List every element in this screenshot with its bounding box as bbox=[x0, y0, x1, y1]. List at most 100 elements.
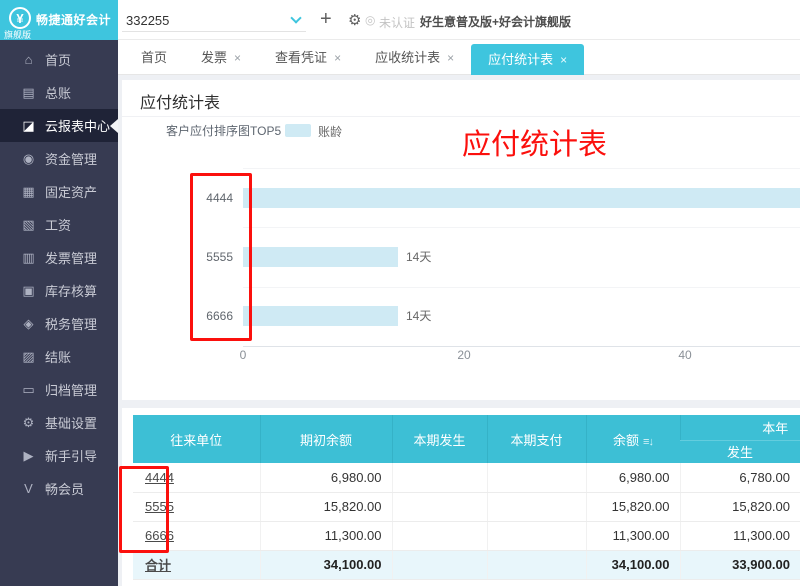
payable-stats-table: 往来单位 期初余额 本期发生 本期支付 余额≡↓ 本年 发生 44446,980… bbox=[133, 415, 800, 580]
payable-stats-table-panel: 往来单位 期初余额 本期发生 本期支付 余额≡↓ 本年 发生 44446,980… bbox=[122, 408, 800, 586]
sidebar-item-label: 新手引导 bbox=[45, 446, 97, 465]
sidebar-item-guide[interactable]: ▶ 新手引导 bbox=[0, 439, 118, 472]
sidebar-item-label: 结账 bbox=[45, 347, 71, 366]
category-label: 4444 bbox=[133, 190, 233, 206]
counterparty-cell: 5555 bbox=[133, 492, 260, 521]
legend-label[interactable]: 账龄 bbox=[318, 123, 342, 140]
tab-receivable-stats[interactable]: 应收统计表 × bbox=[358, 40, 471, 75]
title-divider bbox=[122, 116, 800, 117]
ledger-icon: ▤ bbox=[20, 85, 37, 101]
grid-line bbox=[243, 287, 800, 288]
sort-icon[interactable]: ≡↓ bbox=[643, 436, 653, 448]
grid-line bbox=[243, 168, 800, 169]
inventory-icon: ▣ bbox=[20, 283, 37, 299]
table-row: 666611,300.0011,300.0011,300.00 bbox=[133, 521, 800, 550]
sidebar-item-invoice-mgmt[interactable]: ▥ 发票管理 bbox=[0, 241, 118, 274]
gear-icon[interactable]: ⚙ bbox=[348, 11, 361, 29]
account-value: 332255 bbox=[126, 13, 169, 28]
product-name: 好生意普及版+好会计旗舰版 bbox=[420, 13, 571, 30]
page-title: 应付统计表 bbox=[140, 89, 220, 113]
close-icon[interactable]: × bbox=[334, 51, 341, 65]
current-paid-cell bbox=[487, 550, 586, 579]
sidebar-item-label: 发票管理 bbox=[45, 248, 97, 267]
bar-value-label: 14天 bbox=[406, 249, 431, 265]
total-link[interactable]: 合计 bbox=[145, 558, 171, 573]
sidebar-item-label: 工资 bbox=[45, 215, 71, 234]
bar-4444[interactable] bbox=[243, 188, 800, 208]
counterparty-link[interactable]: 4444 bbox=[145, 470, 174, 485]
sidebar-item-home[interactable]: ⌂ 首页 bbox=[0, 43, 118, 76]
balance-cell: 34,100.00 bbox=[586, 550, 680, 579]
close-icon[interactable]: × bbox=[560, 53, 567, 67]
counterparty-cell: 4444 bbox=[133, 463, 260, 492]
invoice-icon: ▥ bbox=[20, 250, 37, 266]
sidebar-item-label: 归档管理 bbox=[45, 380, 97, 399]
sidebar-item-cloud-report-center[interactable]: ◪云报表中心 bbox=[0, 109, 118, 142]
sidebar-item-funds[interactable]: ◉资金管理 bbox=[0, 142, 118, 175]
archive-icon: ▭ bbox=[20, 382, 37, 398]
counterparty-link[interactable]: 5555 bbox=[145, 499, 174, 514]
category-label: 6666 bbox=[133, 308, 233, 324]
header-balance: 余额≡↓ bbox=[586, 415, 680, 463]
header-opening-balance: 期初余额 bbox=[260, 415, 392, 463]
sidebar-item-fixed-assets[interactable]: ▦ 固定资产 bbox=[0, 175, 118, 208]
table-row: 555515,820.0015,820.0015,820.00 bbox=[133, 492, 800, 521]
sidebar-item-settings[interactable]: ⚙基础设置 bbox=[0, 406, 118, 439]
sidebar-item-closing[interactable]: ▨结账 bbox=[0, 340, 118, 373]
sidebar-item-archive[interactable]: ▭ 归档管理 bbox=[0, 373, 118, 406]
topbar: 332255 + ⚙ ◎ 未认证 好生意普及版+好会计旗舰版 bbox=[118, 0, 800, 40]
tab-home[interactable]: 首页 bbox=[124, 40, 184, 75]
x-axis-tick: 40 bbox=[670, 348, 700, 362]
sidebar-item-payroll[interactable]: ▧工资 bbox=[0, 208, 118, 241]
tab-invoice[interactable]: 发票 × bbox=[184, 40, 258, 75]
opening-balance-cell: 6,980.00 bbox=[260, 463, 392, 492]
x-axis-tick: 20 bbox=[449, 348, 479, 362]
add-account-icon[interactable]: + bbox=[320, 8, 332, 31]
bar-6666[interactable] bbox=[243, 306, 398, 326]
counterparty-cell: 合计 bbox=[133, 550, 260, 579]
funds-icon: ◉ bbox=[20, 151, 37, 167]
sidebar-item-label: 首页 bbox=[45, 50, 71, 69]
tab-label: 应收统计表 bbox=[375, 50, 440, 65]
opening-balance-cell: 15,820.00 bbox=[260, 492, 392, 521]
category-label: 5555 bbox=[133, 249, 233, 265]
chevron-down-icon[interactable] bbox=[290, 12, 301, 23]
year-incurred-cell: 33,900.00 bbox=[680, 550, 800, 579]
x-axis-line bbox=[243, 346, 800, 347]
sidebar-item-inventory[interactable]: ▣ 库存核算 bbox=[0, 274, 118, 307]
settings-icon: ⚙ bbox=[20, 415, 37, 431]
chart-title: 客户应付排序图TOP5 bbox=[166, 122, 281, 139]
brand-name: 畅捷通好会计 bbox=[36, 11, 111, 28]
tabbar: 首页发票×查看凭证×应收统计表×应付统计表× bbox=[118, 40, 800, 75]
fixed-assets-icon: ▦ bbox=[20, 184, 37, 200]
guide-icon: ▶ bbox=[20, 448, 37, 464]
tab-payable-stats[interactable]: 应付统计表× bbox=[471, 44, 584, 75]
account-selector[interactable]: 332255 bbox=[122, 0, 306, 39]
legend-swatch[interactable] bbox=[285, 124, 311, 137]
tab-view-voucher[interactable]: 查看凭证× bbox=[258, 40, 358, 75]
balance-cell: 6,980.00 bbox=[586, 463, 680, 492]
close-icon[interactable]: × bbox=[234, 51, 241, 65]
table-body: 44446,980.006,980.006,780.00555515,820.0… bbox=[133, 463, 800, 579]
tab-label: 发票 bbox=[201, 50, 227, 65]
header-year-group: 本年 bbox=[680, 415, 800, 440]
current-paid-cell bbox=[487, 463, 586, 492]
sidebar-item-tax[interactable]: ◈税务管理 bbox=[0, 307, 118, 340]
home-icon: ⌂ bbox=[20, 52, 37, 67]
balance-cell: 15,820.00 bbox=[586, 492, 680, 521]
current-incurred-cell bbox=[392, 463, 487, 492]
grid-line bbox=[243, 227, 800, 228]
payable-stats-panel: 应付统计表 客户应付排序图TOP5 账龄 4444555514天666614天0… bbox=[122, 80, 800, 400]
sidebar-item-label: 库存核算 bbox=[45, 281, 97, 300]
sidebar-item-label: 云报表中心 bbox=[45, 116, 110, 135]
sidebar-item-general-ledger[interactable]: ▤ 总账 bbox=[0, 76, 118, 109]
sidebar-item-label: 固定资产 bbox=[45, 182, 97, 201]
bar-value-label: 14天 bbox=[406, 308, 431, 324]
bar-5555[interactable] bbox=[243, 247, 398, 267]
sidebar-item-label: 总账 bbox=[45, 83, 71, 102]
header-year-incurred: 发生 bbox=[680, 440, 800, 463]
close-icon[interactable]: × bbox=[447, 51, 454, 65]
account-underline bbox=[122, 31, 306, 32]
sidebar-item-member[interactable]: V畅会员 bbox=[0, 472, 118, 505]
counterparty-link[interactable]: 6666 bbox=[145, 528, 174, 543]
